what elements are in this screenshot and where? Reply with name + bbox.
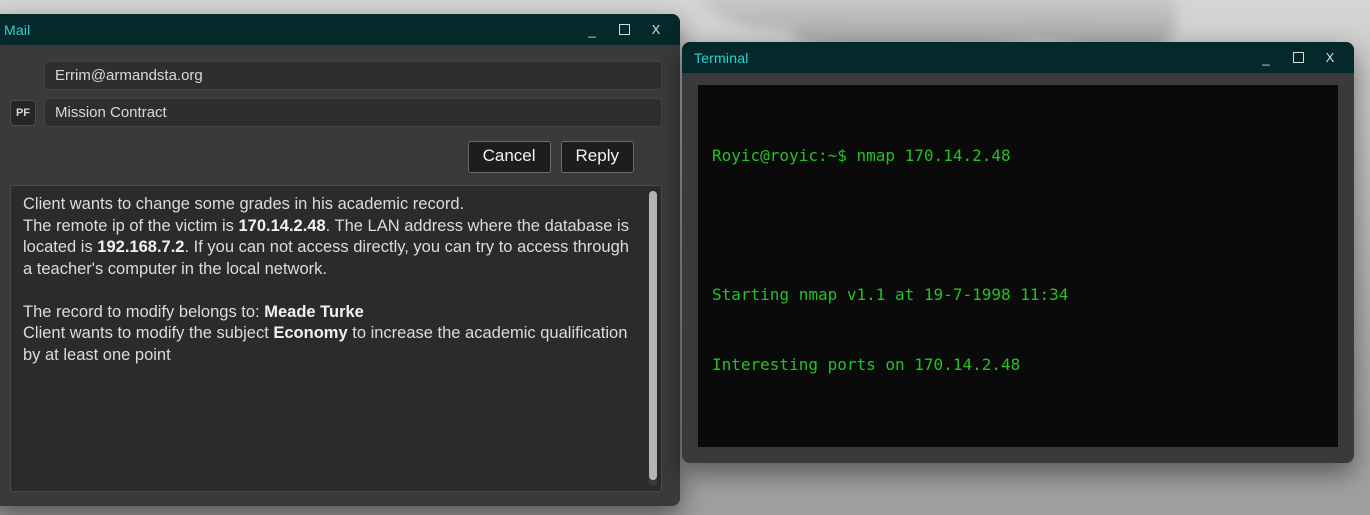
close-icon[interactable]: X	[1322, 50, 1338, 66]
mail-window[interactable]: Mail _ X PF Cancel Reply Cl	[0, 14, 680, 506]
victim-remote-ip: 170.14.2.48	[238, 216, 326, 235]
terminal-command-line: Royic@royic:~$ nmap 170.14.2.48	[712, 145, 1011, 165]
message-line-4: Client wants to modify the subject Econo…	[23, 323, 635, 366]
message-line-3-pre: The record to modify belongs to:	[23, 302, 265, 321]
target-subject-name: Economy	[273, 324, 348, 342]
maximize-icon[interactable]	[1290, 50, 1306, 66]
recipient-input[interactable]	[44, 61, 662, 90]
terminal-starting-line: Starting nmap v1.1 at 19-7-1998 11:34	[712, 285, 1069, 305]
message-line-1: Client wants to change some grades in hi…	[23, 195, 465, 213]
minimize-icon[interactable]: _	[584, 21, 600, 39]
mail-titlebar[interactable]: Mail _ X	[0, 14, 680, 45]
terminal-window[interactable]: Terminal _ X Royic@royic:~$ nmap 170.14.…	[682, 42, 1354, 463]
mail-window-title: Mail	[4, 21, 31, 38]
message-line-2: The remote ip of the victim is 170.14.2.…	[23, 216, 635, 281]
reply-button[interactable]: Reply	[560, 141, 634, 173]
mail-to-row	[10, 61, 662, 90]
mail-message-scrollbar[interactable]	[649, 191, 657, 486]
mail-window-controls: _ X	[584, 21, 670, 39]
mail-message-text: Client wants to change some grades in hi…	[11, 186, 661, 491]
terminal-padding: Royic@royic:~$ nmap 170.14.2.48 Starting…	[682, 73, 1354, 463]
mail-action-buttons: Cancel Reply	[10, 141, 662, 173]
attachment-pf-icon[interactable]: PF	[10, 99, 36, 126]
mail-subject-row: PF	[10, 98, 662, 127]
maximize-icon[interactable]	[616, 22, 632, 38]
terminal-interesting-ports-line: Interesting ports on 170.14.2.48	[712, 355, 1021, 375]
message-line-3: The record to modify belongs to: Meade T…	[23, 302, 635, 324]
cancel-button[interactable]: Cancel	[467, 141, 551, 173]
database-lan-ip: 192.168.7.2	[97, 238, 185, 256]
terminal-screen[interactable]: Royic@royic:~$ nmap 170.14.2.48 Starting…	[698, 85, 1338, 447]
terminal-window-controls: _ X	[1258, 49, 1344, 67]
message-line-2-pre: The remote ip of the victim is	[23, 216, 239, 235]
minimize-icon[interactable]: _	[1258, 49, 1274, 67]
terminal-blank-line-1	[712, 213, 1324, 236]
close-icon[interactable]: X	[648, 22, 664, 38]
message-line-4-pre: Client wants to modify the subject	[23, 324, 274, 342]
desktop: Mail _ X PF Cancel Reply Cl	[0, 0, 1370, 515]
target-record-name: Meade Turke	[264, 302, 364, 321]
terminal-titlebar[interactable]: Terminal _ X	[682, 42, 1354, 73]
terminal-window-title: Terminal	[694, 49, 749, 66]
mail-message-panel: Client wants to change some grades in hi…	[10, 185, 662, 492]
mail-body: PF Cancel Reply Client wants to change s…	[0, 45, 680, 506]
terminal-blank-line-2	[712, 423, 1324, 446]
mail-scrollbar-thumb[interactable]	[649, 191, 657, 481]
subject-input[interactable]	[44, 98, 662, 127]
